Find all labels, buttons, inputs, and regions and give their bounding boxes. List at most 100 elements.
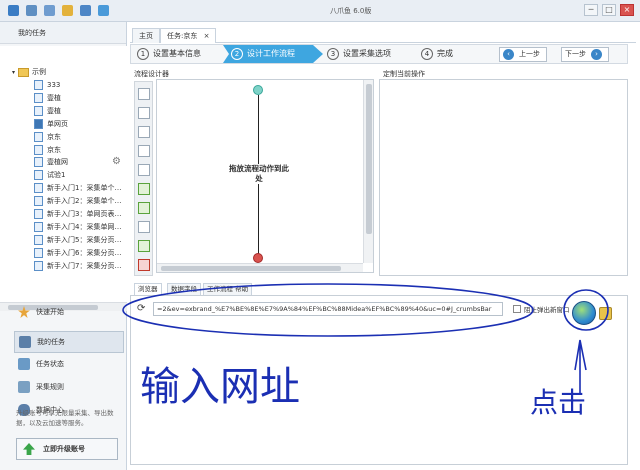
step-label: 设计工作流程 (247, 49, 295, 58)
task-file-icon (34, 209, 43, 219)
nav-quick-start[interactable]: 快速开始 (14, 301, 124, 323)
config-panel (379, 79, 628, 276)
close-button[interactable]: × (620, 4, 634, 16)
tree-item[interactable]: 京东 (34, 131, 61, 143)
tasks-icon (19, 336, 31, 348)
document-icon[interactable] (44, 5, 55, 16)
tree-item[interactable]: 单网页 (34, 118, 68, 130)
tab-workflow-help[interactable]: 工作流程 帮助 (203, 283, 253, 295)
tree-item[interactable]: 壹植 (34, 105, 61, 117)
drop-hint: 拖放流程动作到此处 (227, 164, 291, 184)
tree-item[interactable]: 新手入门2：采集单个… (34, 195, 121, 207)
tab-browser[interactable]: 浏览器 (134, 283, 162, 295)
tree-item[interactable]: 壹植网 (34, 156, 68, 168)
user-icon[interactable] (26, 5, 37, 16)
tab-task-jd[interactable]: 任务:京东 × (160, 28, 217, 43)
block-popup-checkbox[interactable]: 阻止弹出新窗口 (513, 304, 570, 314)
nav-collect-rules[interactable]: 采集规则 (14, 376, 124, 398)
task-file-icon (34, 80, 43, 90)
stop-icon[interactable] (138, 259, 150, 271)
chat-icon[interactable] (98, 5, 109, 16)
action-toolbox (134, 81, 153, 276)
tree-item[interactable]: 试验1 (34, 169, 65, 181)
upgrade-text: 升级账号可享无限量采集、导出数据，以及云加速等服务。 (16, 409, 114, 427)
title-toolbar (8, 5, 109, 16)
step-label: 完成 (437, 49, 453, 58)
step-number: 4 (421, 48, 433, 60)
step-number: 1 (137, 48, 149, 60)
tree-item[interactable]: 新手入门4：采集单网… (34, 221, 121, 233)
tree-item-label: 新手入门2：采集单个… (47, 197, 122, 206)
step-label: 设置基本信息 (153, 49, 201, 58)
tree-item[interactable]: 新手入门3：单网页表… (34, 208, 121, 220)
flow-end-node[interactable] (253, 253, 263, 263)
tab-home[interactable]: 主页 (132, 28, 160, 43)
open-page-icon[interactable] (138, 88, 150, 100)
prev-step-button[interactable]: ‹ 上一步 (499, 47, 547, 62)
edit-icon[interactable] (62, 5, 73, 16)
task-file-icon (34, 170, 43, 181)
next-step-button[interactable]: 下一步 › (561, 47, 609, 62)
step-basic-info[interactable]: 1 设置基本信息 (137, 45, 201, 63)
save-icon[interactable] (80, 5, 91, 16)
switch-dropdown-icon[interactable] (138, 240, 150, 252)
step-number: 2 (231, 48, 243, 60)
tree-item-label: 新手入门7：采集分页… (47, 261, 122, 270)
upgrade-account-button[interactable]: 立即升级账号 (16, 438, 118, 460)
tree-item-label: 新手入门5：采集分页… (47, 235, 122, 244)
nav-my-tasks[interactable]: 我的任务 (14, 331, 124, 353)
folder-icon (18, 67, 30, 77)
globe-go-icon[interactable] (572, 301, 596, 325)
octopus-logo-icon[interactable] (8, 5, 19, 16)
input-text-icon[interactable] (138, 145, 150, 157)
step-collect-options[interactable]: 3 设置采集选项 (327, 45, 391, 63)
tree-item-label: 333 (47, 81, 61, 89)
checkbox-box[interactable] (513, 305, 521, 313)
task-file-icon (34, 92, 43, 103)
task-file-icon (34, 221, 43, 232)
load-page-icon[interactable] (599, 307, 612, 320)
my-tasks-header: 我的任务 (0, 22, 126, 44)
tree-item[interactable]: 新手入门5：采集分页… (34, 234, 121, 246)
tree-item[interactable]: 壹植 (34, 92, 61, 104)
workflow-canvas[interactable]: 拖放流程动作到此处 (156, 79, 374, 273)
url-input[interactable] (153, 302, 503, 316)
loop-icon[interactable] (138, 183, 150, 195)
branch-icon[interactable] (138, 202, 150, 214)
flow-start-node[interactable] (253, 85, 263, 95)
tree-item-label: 壹植 (47, 106, 61, 115)
address-row: ⟳ 阻止弹出新窗口 (135, 300, 575, 318)
click-icon[interactable] (138, 107, 150, 119)
tree-item[interactable]: 新手入门7：采集分页… (34, 260, 121, 272)
maximize-button[interactable]: □ (602, 4, 616, 16)
tree-item-label: 单网页 (47, 119, 68, 128)
close-icon[interactable]: × (204, 32, 210, 40)
canvas-vertical-scrollbar[interactable] (363, 80, 373, 263)
tree-item-label: 新手入门3：单网页表… (47, 210, 122, 218)
tree-item-label: 新手入门1：采集单个… (47, 184, 122, 193)
gear-icon[interactable]: ⚙ (112, 156, 121, 167)
tree-root[interactable]: ▾ 示例 (12, 67, 46, 77)
textbox-icon[interactable] (138, 164, 150, 176)
nav-task-status[interactable]: 任务状态 (14, 353, 124, 375)
tree-item[interactable]: 新手入门1：采集单个… (34, 182, 121, 194)
minimize-button[interactable]: ─ (584, 4, 598, 16)
tree-item-label: 试验1 (47, 171, 66, 180)
tree-item-label: 京东 (47, 145, 61, 154)
task-file-icon (34, 247, 43, 258)
tree-item[interactable]: 333 (34, 79, 60, 91)
nav-label: 快速开始 (36, 308, 64, 316)
step-design-workflow[interactable]: 2 设计工作流程 (223, 45, 323, 63)
tree-root-label: 示例 (32, 68, 47, 76)
mouse-hover-icon[interactable] (138, 221, 150, 233)
step-finish[interactable]: 4 完成 (421, 45, 453, 63)
tree-item-label: 壹植网 (47, 158, 68, 167)
tree-item[interactable]: 京东 (34, 144, 61, 156)
tab-data-fields[interactable]: 数据字段 (167, 283, 201, 295)
canvas-horizontal-scrollbar[interactable] (157, 263, 363, 272)
refresh-icon[interactable]: ⟳ (137, 303, 149, 315)
tree-item[interactable]: 新手入门6：采集分页… (34, 247, 121, 259)
extract-data-icon[interactable] (138, 126, 150, 138)
upgrade-button-label: 立即升级账号 (43, 445, 85, 453)
collapse-icon[interactable]: ▾ (12, 69, 15, 76)
